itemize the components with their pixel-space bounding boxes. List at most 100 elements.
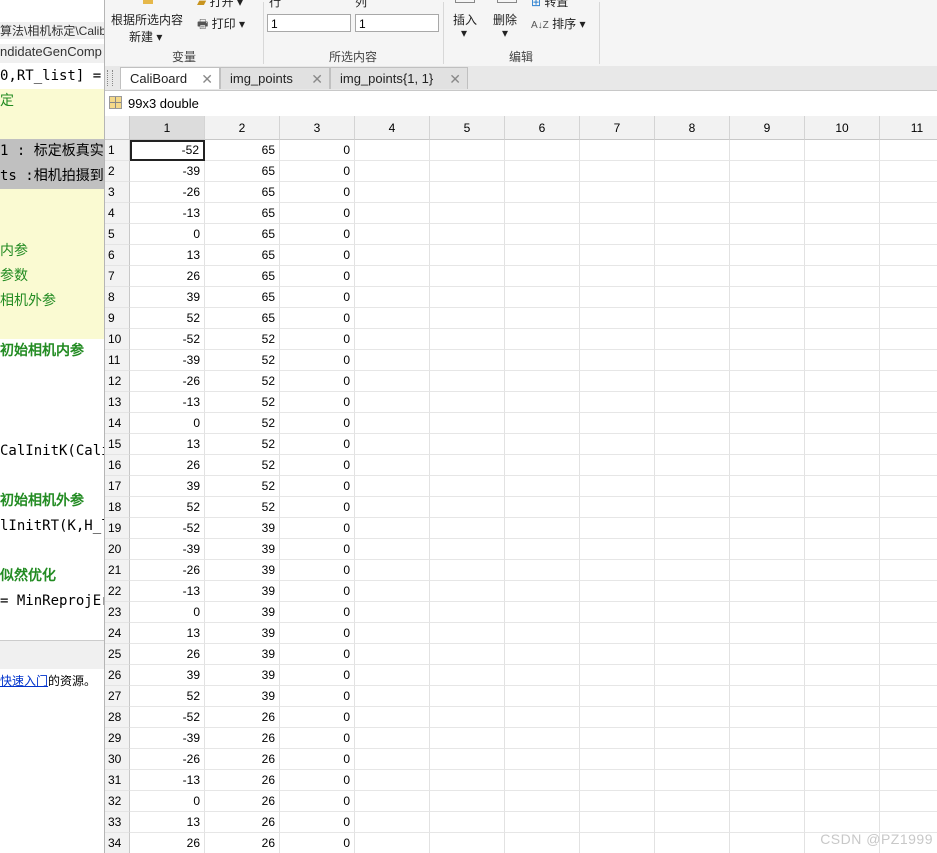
close-icon[interactable]: ✕ [201,68,213,90]
grid-cell[interactable]: 39 [130,476,205,497]
grid-cell[interactable] [805,665,880,686]
grid-cell[interactable] [505,602,580,623]
row-header[interactable]: 10 [105,329,130,350]
column-header[interactable]: 9 [730,116,805,140]
grid-cell[interactable]: 26 [205,812,280,833]
grid-cell[interactable] [730,749,805,770]
close-icon[interactable]: ✕ [311,68,323,90]
grid-cell[interactable] [580,497,655,518]
grid-cell[interactable] [805,518,880,539]
grid-cell[interactable]: 26 [130,644,205,665]
grid-cell[interactable] [430,266,505,287]
grid-cell[interactable] [730,560,805,581]
grid-cell[interactable] [880,329,937,350]
tab-img-points[interactable]: img_points ✕ [220,67,330,89]
sort-button[interactable]: A↓Z 排序 ▾ [531,15,586,32]
grid-cell[interactable] [505,665,580,686]
close-icon[interactable]: ✕ [449,68,461,90]
grid-cell[interactable] [805,245,880,266]
column-header[interactable]: 5 [430,116,505,140]
grid-cell[interactable] [505,728,580,749]
grid-cell[interactable] [580,581,655,602]
column-header[interactable]: 8 [655,116,730,140]
grid-cell[interactable] [430,833,505,853]
grid-cell[interactable]: 26 [205,833,280,853]
grid-cell[interactable] [355,161,430,182]
grid-cell[interactable]: -52 [130,707,205,728]
row-header[interactable]: 12 [105,371,130,392]
grid-cell[interactable] [355,749,430,770]
grid-cell[interactable]: 65 [205,140,280,161]
grid-cell[interactable]: 39 [130,287,205,308]
grid-cell[interactable] [355,602,430,623]
grid-cell[interactable] [655,581,730,602]
grid-cell[interactable] [655,728,730,749]
grid-cell[interactable] [430,203,505,224]
grid-cell[interactable] [580,329,655,350]
grid-cell[interactable]: -39 [130,350,205,371]
grid-cell[interactable] [505,329,580,350]
grid-cell[interactable] [730,602,805,623]
grid-cell[interactable] [880,770,937,791]
grid-cell[interactable]: 52 [205,371,280,392]
grid-cell[interactable]: 26 [130,455,205,476]
grid-cell[interactable] [880,476,937,497]
col-input[interactable]: 1 [355,14,439,32]
grid-cell[interactable] [805,581,880,602]
grid-cell[interactable] [430,581,505,602]
grid-cell[interactable]: 52 [205,497,280,518]
column-header[interactable]: 10 [805,116,880,140]
grid-cell[interactable]: -13 [130,392,205,413]
grid-cell[interactable] [580,707,655,728]
grid-cell[interactable]: 52 [130,497,205,518]
row-header[interactable]: 13 [105,392,130,413]
grid-cell[interactable] [355,770,430,791]
grid-cell[interactable]: 0 [280,455,355,476]
grid-cell[interactable] [430,329,505,350]
chevron-down-icon[interactable]: ▾ [461,26,467,40]
grid-cell[interactable] [805,287,880,308]
grid-cell[interactable] [880,287,937,308]
grid-cell[interactable] [655,182,730,203]
grid-cell[interactable]: 52 [205,413,280,434]
grid-cell[interactable]: 0 [280,203,355,224]
grid-cell[interactable] [730,371,805,392]
row-header[interactable]: 1 [105,140,130,161]
grid-cell[interactable]: 39 [205,539,280,560]
tab-caliboard[interactable]: CaliBoard ✕ [120,67,220,89]
grid-cell[interactable] [880,644,937,665]
grid-cell[interactable]: 13 [130,434,205,455]
grid-cell[interactable] [880,728,937,749]
grid-cell[interactable] [805,728,880,749]
grid-cell[interactable] [655,329,730,350]
grid-cell[interactable] [805,140,880,161]
grid-cell[interactable] [505,686,580,707]
grid-cell[interactable] [430,455,505,476]
grid-cell[interactable] [505,392,580,413]
grid-cell[interactable] [880,413,937,434]
grid-cell[interactable] [505,644,580,665]
grid-cell[interactable] [430,350,505,371]
grid-cell[interactable]: 13 [130,812,205,833]
grid-cell[interactable] [805,350,880,371]
column-header[interactable]: 7 [580,116,655,140]
grid-cell[interactable]: 65 [205,203,280,224]
grid-cell[interactable] [355,518,430,539]
grid-cell[interactable] [655,413,730,434]
grid-cell[interactable]: 0 [280,686,355,707]
grid-cell[interactable] [880,182,937,203]
grid-cell[interactable] [430,371,505,392]
grid-cell[interactable] [430,518,505,539]
grid-cell[interactable] [355,833,430,853]
grid-cell[interactable] [430,560,505,581]
grid-cell[interactable]: 0 [280,266,355,287]
grid-cell[interactable] [505,560,580,581]
grid-cell[interactable] [355,350,430,371]
grid-cell[interactable] [880,455,937,476]
grid-cell[interactable] [505,413,580,434]
grid-cell[interactable] [730,728,805,749]
grid-cell[interactable]: 0 [280,224,355,245]
grid-cell[interactable] [580,434,655,455]
grid-cell[interactable]: 65 [205,308,280,329]
grid-cell[interactable] [505,623,580,644]
